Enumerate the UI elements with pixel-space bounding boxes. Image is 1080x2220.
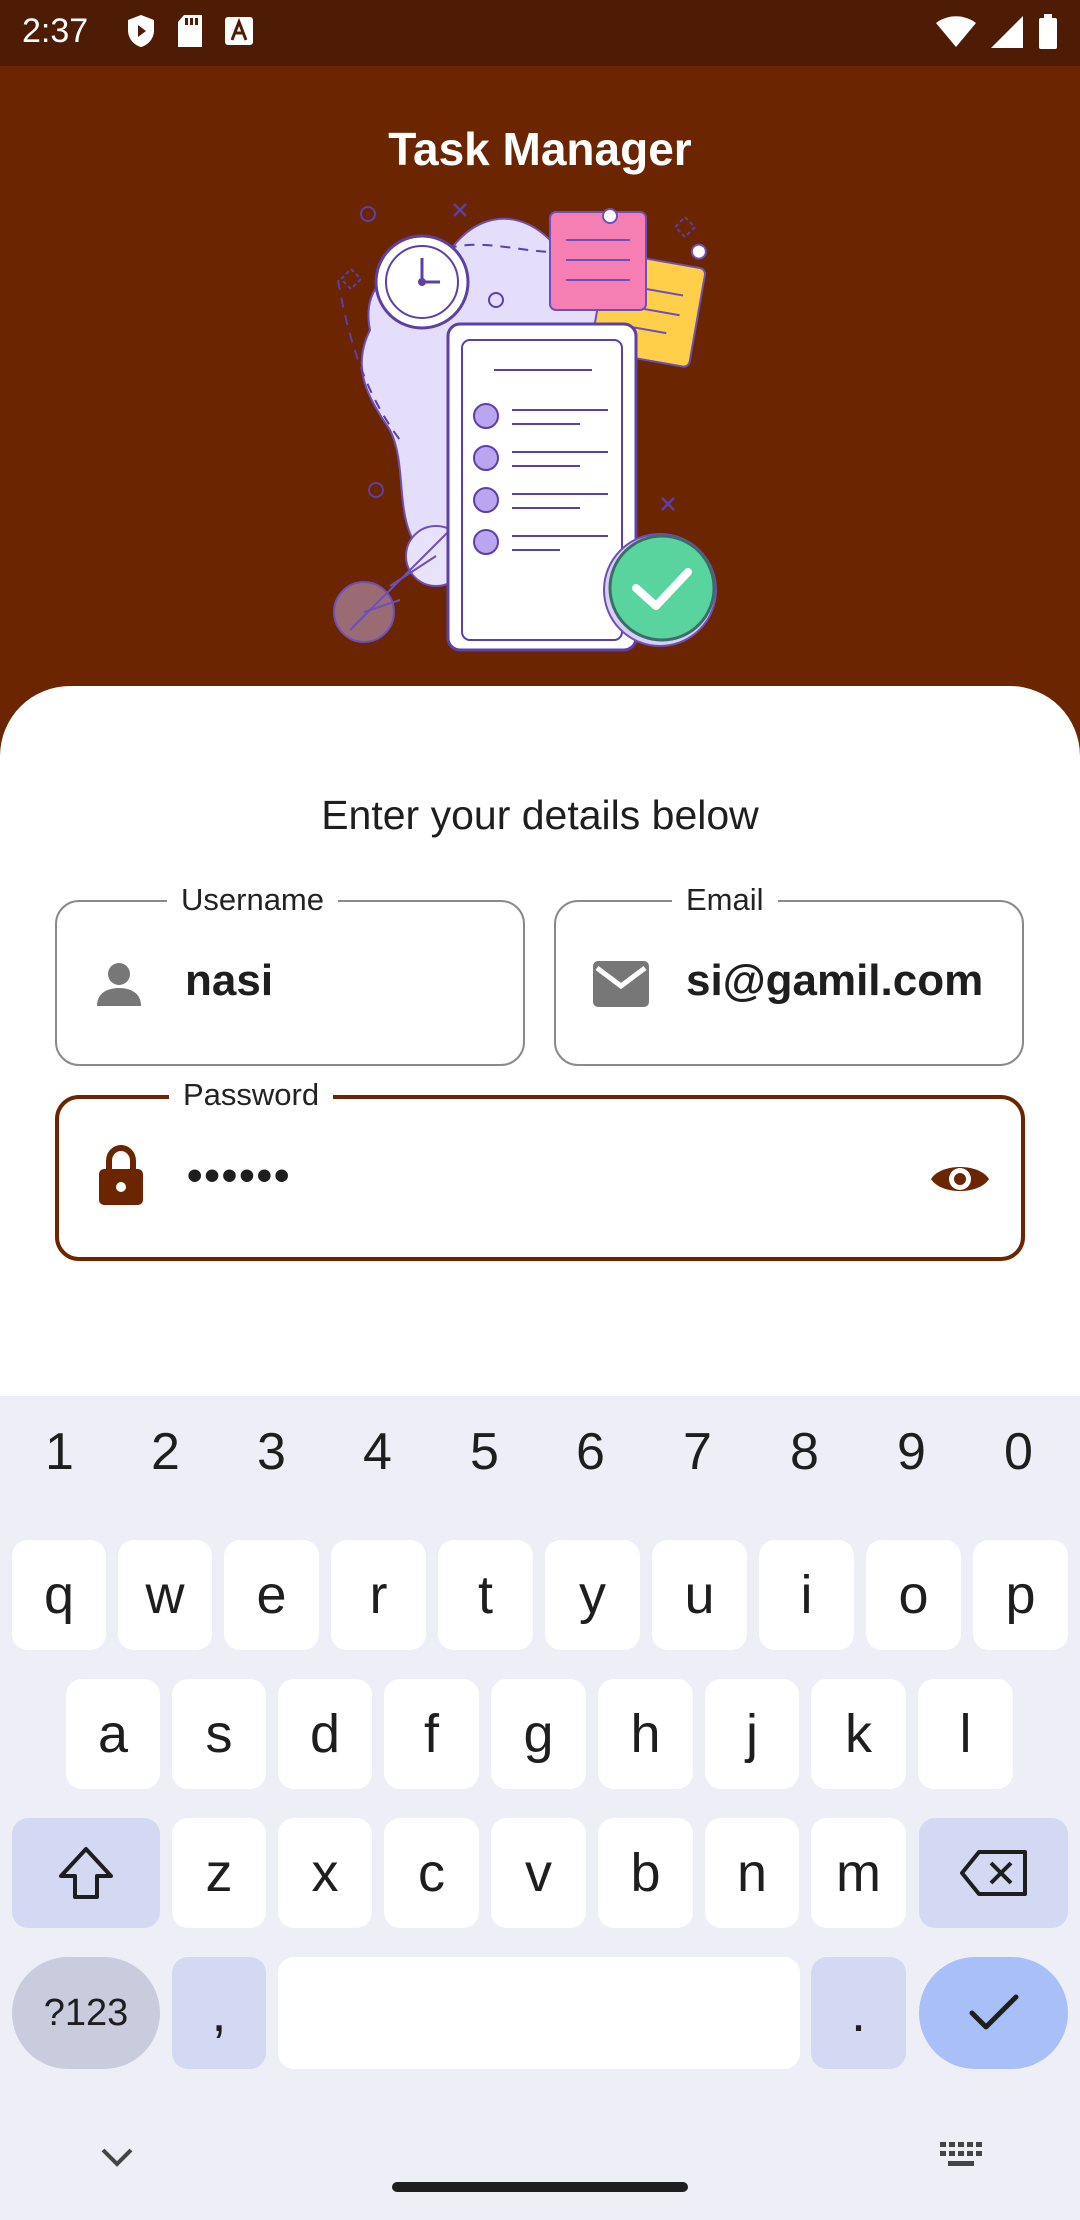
chevron-down-icon[interactable] <box>100 2146 134 2168</box>
wifi-icon <box>936 16 976 47</box>
email-label: Email <box>672 880 778 920</box>
key-5[interactable]: 5 <box>431 1422 538 1482</box>
email-field[interactable]: Email si@gamil.com <box>554 880 1024 1066</box>
key-4[interactable]: 4 <box>324 1422 431 1482</box>
key-f[interactable]: f <box>384 1679 479 1789</box>
soft-keyboard: 1 2 3 4 5 6 7 8 9 0 q w e r t y u i o p … <box>0 1396 1080 2220</box>
comma-key[interactable]: , <box>172 1957 266 2069</box>
key-t[interactable]: t <box>438 1540 533 1650</box>
app-title: Task Manager <box>388 123 692 175</box>
key-d[interactable]: d <box>278 1679 372 1789</box>
check-icon <box>969 1994 1018 2030</box>
key-w[interactable]: w <box>118 1540 212 1650</box>
period-key[interactable]: . <box>811 1957 906 2069</box>
backspace-key[interactable] <box>919 1818 1068 1928</box>
person-icon <box>97 963 141 1006</box>
eye-icon[interactable] <box>929 1159 991 1199</box>
task-illustration <box>333 203 717 652</box>
password-input[interactable]: •••••• <box>187 1151 887 1201</box>
shield-play-icon <box>128 15 154 47</box>
key-p[interactable]: p <box>973 1540 1068 1650</box>
keyboard-switch-icon[interactable] <box>940 2142 984 2170</box>
font-a-icon <box>225 17 253 45</box>
key-r[interactable]: r <box>331 1540 426 1650</box>
username-input[interactable]: nasi <box>185 956 505 1006</box>
password-label: Password <box>169 1075 334 1115</box>
signal-icon <box>991 16 1023 48</box>
notification-icons <box>126 14 254 48</box>
status-time: 2:37 <box>22 12 89 50</box>
lock-icon <box>99 1145 143 1205</box>
password-field[interactable]: Password •••••• <box>55 1075 1025 1261</box>
key-u[interactable]: u <box>652 1540 747 1650</box>
key-g[interactable]: g <box>491 1679 586 1789</box>
header: Task Manager <box>0 66 1080 726</box>
key-1[interactable]: 1 <box>6 1422 113 1482</box>
key-h[interactable]: h <box>598 1679 693 1789</box>
system-icons <box>936 14 1058 50</box>
key-q[interactable]: q <box>12 1540 106 1650</box>
key-a[interactable]: a <box>66 1679 160 1789</box>
key-i[interactable]: i <box>759 1540 854 1650</box>
key-s[interactable]: s <box>172 1679 266 1789</box>
username-label: Username <box>167 880 338 920</box>
backspace-icon <box>959 1850 1027 1896</box>
key-k[interactable]: k <box>811 1679 906 1789</box>
key-7[interactable]: 7 <box>644 1422 751 1482</box>
key-6[interactable]: 6 <box>537 1422 644 1482</box>
key-j[interactable]: j <box>705 1679 799 1789</box>
email-input[interactable]: si@gamil.com <box>686 956 1006 1006</box>
form-card: Enter your details below Username nasi E… <box>0 686 1080 1406</box>
key-c[interactable]: c <box>384 1818 479 1928</box>
form-subtitle: Enter your details below <box>321 792 759 838</box>
username-field[interactable]: Username nasi <box>55 880 525 1066</box>
key-x[interactable]: x <box>278 1818 372 1928</box>
key-m[interactable]: m <box>811 1818 906 1928</box>
key-l[interactable]: l <box>918 1679 1013 1789</box>
shift-icon <box>59 1847 113 1899</box>
key-v[interactable]: v <box>491 1818 586 1928</box>
sd-card-icon <box>178 15 202 47</box>
space-key[interactable] <box>278 1957 800 2069</box>
key-2[interactable]: 2 <box>112 1422 219 1482</box>
battery-icon <box>1039 14 1057 49</box>
keyboard-nav-bar <box>0 2116 1080 2220</box>
key-z[interactable]: z <box>172 1818 266 1928</box>
home-indicator[interactable] <box>392 2182 688 2192</box>
key-e[interactable]: e <box>224 1540 319 1650</box>
shift-key[interactable] <box>12 1818 160 1928</box>
number-row: 1 2 3 4 5 6 7 8 9 0 <box>0 1422 1080 1492</box>
key-n[interactable]: n <box>705 1818 799 1928</box>
done-key[interactable] <box>919 1957 1068 2069</box>
key-o[interactable]: o <box>866 1540 961 1650</box>
key-8[interactable]: 8 <box>751 1422 858 1482</box>
key-0[interactable]: 0 <box>965 1422 1072 1482</box>
key-3[interactable]: 3 <box>218 1422 325 1482</box>
status-bar: 2:37 <box>0 0 1080 66</box>
key-9[interactable]: 9 <box>858 1422 965 1482</box>
symbols-key[interactable]: ?123 <box>12 1957 160 2069</box>
mail-icon <box>593 961 649 1007</box>
key-y[interactable]: y <box>545 1540 640 1650</box>
key-b[interactable]: b <box>598 1818 693 1928</box>
